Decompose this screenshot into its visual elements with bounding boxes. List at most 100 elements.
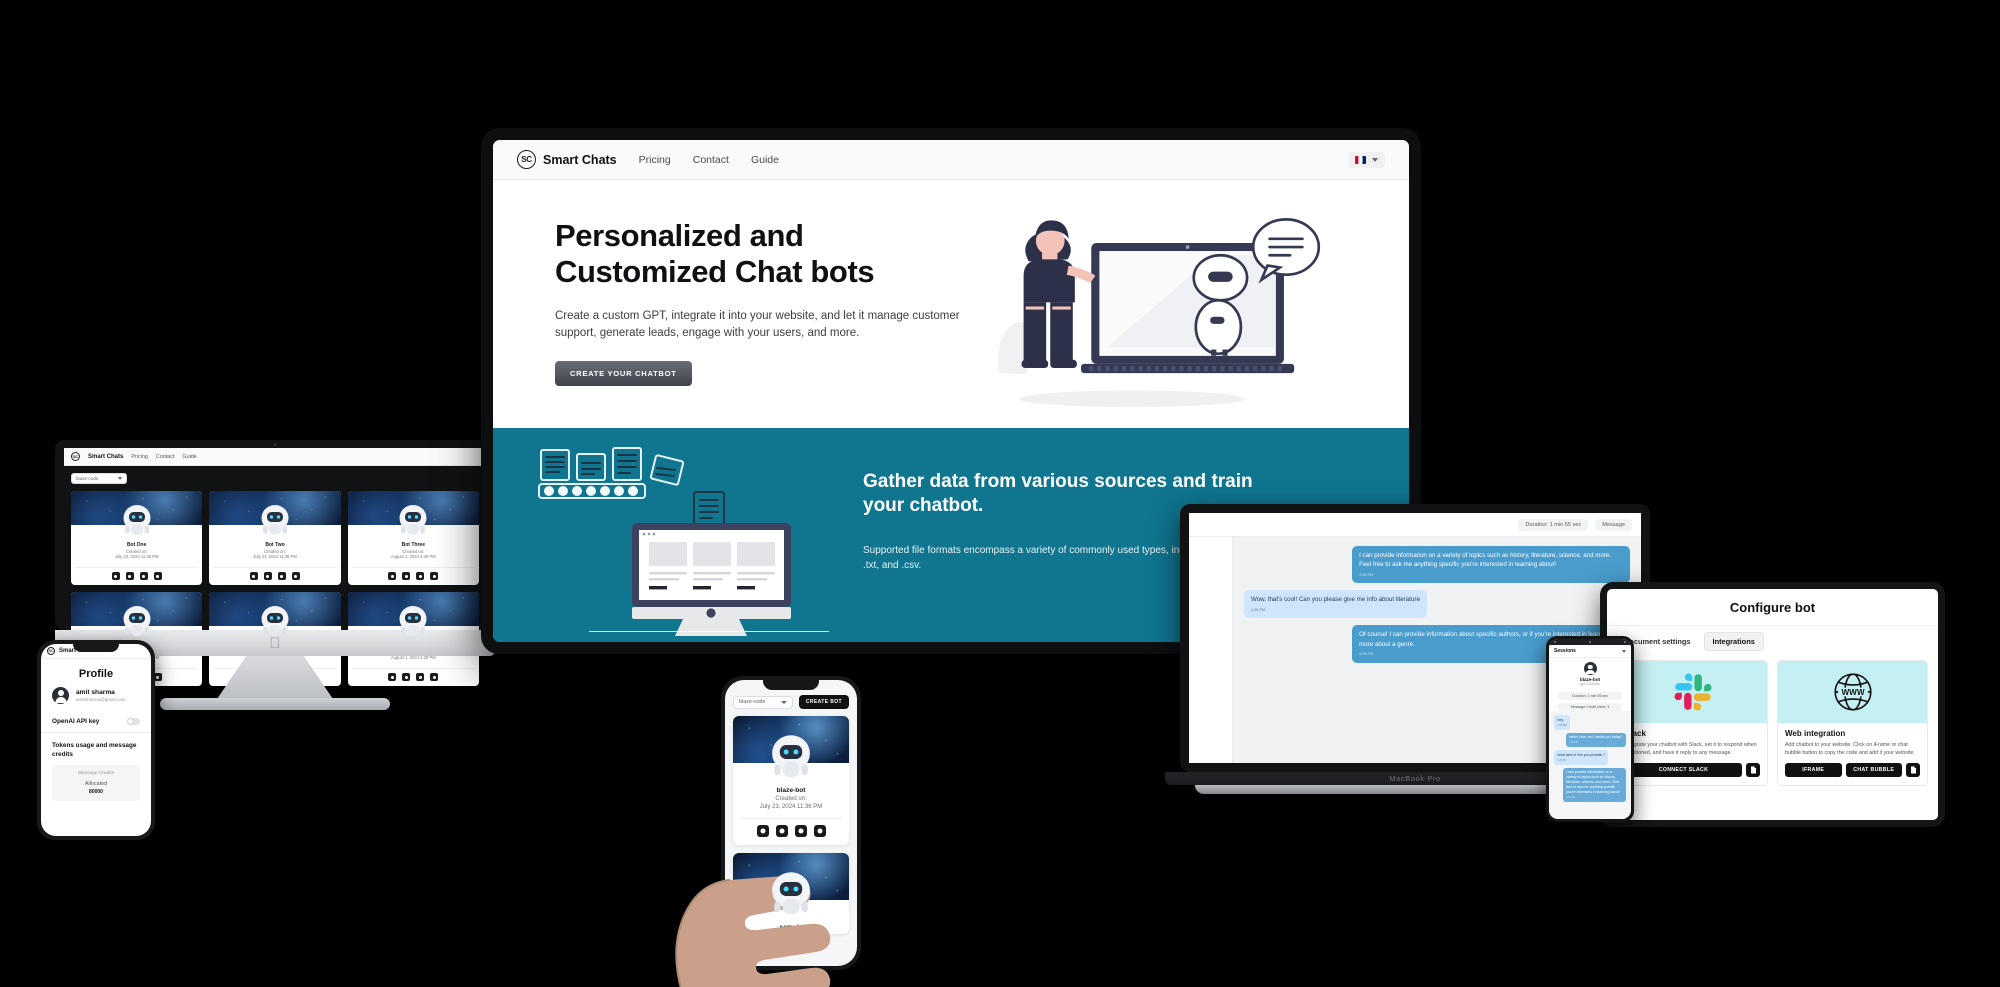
chat-message-text: what kind of info you provide ? (1557, 752, 1605, 757)
delete-icon[interactable] (153, 572, 162, 580)
allocated-label: Allocated (84, 781, 108, 788)
language-selector[interactable] (1348, 151, 1385, 168)
chat-message-bot: I can provide information on a variety o… (1352, 546, 1630, 584)
hero-section: Personalized and Customized Chat bots Cr… (493, 180, 1409, 428)
chat-message-time: 4:38 PM (1251, 607, 1266, 612)
nav-link-contact[interactable]: Contact (693, 154, 729, 166)
settings-icon[interactable] (249, 572, 258, 580)
imac-nav-contact[interactable]: Contact (156, 454, 175, 460)
chat-icon[interactable] (263, 572, 272, 580)
profile-user-row: amit sharma amitsharma@gmail.com (41, 687, 151, 713)
phone-frame: SC Smart Chats Profile amit sharma amits… (37, 640, 155, 840)
robot-avatar-icon (261, 505, 289, 535)
bot-card[interactable]: blaze-bot Created on: July 23, 2024 11:3… (733, 716, 849, 845)
hero-headline: Personalized and Customized Chat bots (555, 218, 963, 291)
settings-icon[interactable] (111, 572, 120, 580)
chevron-down-icon[interactable] (1622, 649, 1626, 653)
info-icon[interactable] (416, 673, 425, 681)
avatar (52, 687, 69, 704)
delete-icon[interactable] (291, 572, 300, 580)
robot-avatar-icon (123, 606, 151, 636)
imac-nav-pricing[interactable]: Pricing (131, 454, 147, 460)
info-icon[interactable] (794, 825, 807, 837)
document-glyph-icon (1750, 766, 1756, 774)
bot-created-date: July 23, 2024 11:36 PM (253, 554, 297, 559)
imac-foot (160, 698, 390, 710)
sessions-title: Sessions (1554, 648, 1576, 654)
robot-avatar-icon (399, 505, 427, 535)
tablet-frame: Configure bot Document settings Integrat… (1600, 582, 1945, 827)
chat-icon[interactable] (775, 825, 788, 837)
brand-name: Smart Chats (543, 152, 617, 167)
copy-document-icon[interactable] (1746, 763, 1760, 778)
chat-icon[interactable] (125, 572, 134, 580)
chat-message-text: I can provide information on a variety o… (1566, 770, 1620, 795)
info-icon[interactable] (277, 572, 286, 580)
delete-icon[interactable] (430, 673, 439, 681)
tablet-device: Configure bot Document settings Integrat… (1600, 582, 1945, 827)
chat-message-bot: I can provide information on a variety o… (1562, 767, 1626, 803)
openai-api-key-row: OpenAI API key (41, 713, 151, 733)
chat-message-user: hey 4:36 PM (1554, 715, 1570, 730)
chat-message-user: Wow, that's cool! Can you please give me… (1244, 590, 1427, 619)
create-bot-button[interactable]: CREATE BOT (798, 695, 849, 709)
settings-icon[interactable] (388, 572, 397, 580)
chat-message-time: 4:37 PM (1557, 758, 1567, 762)
bot-card[interactable]: sample (733, 853, 849, 934)
bot-banner-image (71, 592, 203, 636)
bot-name: Bot One (126, 542, 147, 548)
chevron-down-icon (780, 700, 787, 704)
slack-icon (1673, 673, 1712, 711)
integration-description: Integrate your chatbot with Slack, set i… (1625, 742, 1757, 757)
data-sources-illustration (493, 428, 853, 642)
chat-message-text: Wow, that's cool! Can you please give me… (1251, 596, 1420, 604)
hero-headline-line2: Customized Chat bots (555, 254, 875, 290)
iframe-button[interactable]: IFRAME (1785, 763, 1842, 778)
delete-icon[interactable] (430, 572, 439, 580)
site-logo[interactable]: SC Smart Chats (517, 150, 617, 169)
phone-project-dropdown[interactable]: blaze-code (733, 695, 793, 709)
bot-card[interactable]: Bot Two Created on: July 23, 2024 11:36 … (209, 491, 341, 585)
copy-document-icon[interactable] (1906, 763, 1920, 778)
bot-name: sample (779, 924, 803, 931)
imac-project-dropdown[interactable]: blaze-code (71, 473, 127, 484)
chat-sidebar[interactable] (1189, 537, 1233, 763)
bot-card[interactable]: Bot One Created on: July 23, 2024 11:36 … (71, 491, 203, 585)
session-duration-pill: Duration: 1 min 55 sec (1558, 692, 1622, 700)
flag-icon (1355, 155, 1366, 164)
tab-integrations[interactable]: Integrations (1703, 632, 1764, 651)
status-dot-icon (1554, 641, 1556, 643)
settings-icon[interactable] (388, 673, 397, 681)
info-icon[interactable] (416, 572, 425, 580)
settings-icon[interactable] (756, 825, 769, 837)
integration-name: Slack (1625, 729, 1646, 738)
woman-presenting-laptop-illustration (998, 218, 1321, 407)
tokens-usage-title: Tokens usage and message credits (52, 742, 137, 758)
connect-slack-button[interactable]: CONNECT SLACK (1625, 763, 1742, 778)
brand-mark-icon: SC (71, 452, 80, 461)
chat-message-text: Hello! How can I assist you today? (1569, 735, 1623, 740)
create-your-chatbot-button[interactable]: CREATE YOUR CHATBOT (555, 361, 692, 387)
nav-link-pricing[interactable]: Pricing (639, 154, 671, 166)
integration-hero: WWW (1778, 661, 1927, 723)
robot-avatar-icon (772, 872, 810, 915)
bot-card[interactable]: Bot Three Created on: August 1, 2024 4:3… (347, 491, 479, 585)
chevron-down-icon (1372, 157, 1378, 162)
integration-name: Web integration (1785, 729, 1846, 738)
device-mockup-composition: SC Smart Chats Pricing Contact Guide bla… (0, 0, 2000, 987)
chat-icon[interactable] (402, 673, 411, 681)
phone-frame: blaze-code CREATE BOT blaze-bot Created … (721, 676, 861, 970)
chat-icon[interactable] (402, 572, 411, 580)
imac-nav-guide[interactable]: Guide (182, 454, 196, 460)
chat-bubble-button[interactable]: CHAT BUBBLE (1845, 763, 1902, 778)
nav-link-guide[interactable]: Guide (751, 154, 779, 166)
phone-notch (73, 644, 119, 652)
svg-text:WWW: WWW (1841, 688, 1864, 697)
hero-paragraph: Create a custom GPT, integrate it into y… (555, 309, 960, 339)
info-icon[interactable] (139, 572, 148, 580)
bot-name: Bot Two (265, 542, 285, 548)
delete-icon[interactable] (813, 825, 826, 837)
imac-bezel: SC Smart Chats Pricing Contact Guide bla… (55, 440, 495, 686)
integration-hero (1618, 661, 1767, 723)
api-key-toggle[interactable] (127, 718, 140, 725)
